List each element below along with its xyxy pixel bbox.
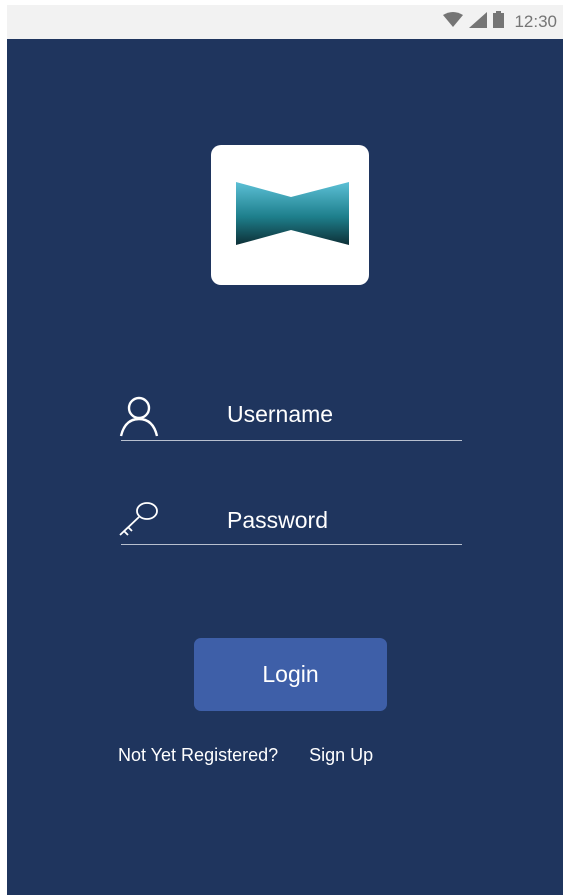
bowtie-logo-icon bbox=[236, 182, 349, 245]
not-registered-prompt: Not Yet Registered? bbox=[118, 745, 279, 765]
password-input[interactable]: Password bbox=[227, 507, 328, 534]
cellular-signal-icon bbox=[469, 11, 488, 33]
username-input[interactable]: Username bbox=[227, 401, 333, 428]
status-time: 12:30 bbox=[514, 12, 557, 31]
login-button[interactable]: Login bbox=[194, 638, 387, 711]
username-field[interactable]: Username bbox=[117, 391, 462, 441]
status-bar: 12:30 bbox=[7, 5, 563, 39]
key-icon bbox=[117, 499, 161, 544]
status-icons: 12:30 bbox=[443, 5, 557, 39]
password-underline bbox=[121, 544, 462, 545]
wifi-icon bbox=[443, 11, 464, 33]
sign-up-link[interactable]: Sign Up bbox=[309, 745, 373, 765]
app-logo bbox=[211, 145, 369, 285]
password-field[interactable]: Password bbox=[117, 495, 462, 545]
login-screen: 12:30 Username Password Login Not Yet Re… bbox=[7, 5, 563, 895]
username-underline bbox=[121, 440, 462, 441]
battery-icon bbox=[493, 11, 505, 33]
register-row: Not Yet Registered? Sign Up bbox=[118, 745, 373, 766]
person-icon bbox=[117, 395, 161, 442]
